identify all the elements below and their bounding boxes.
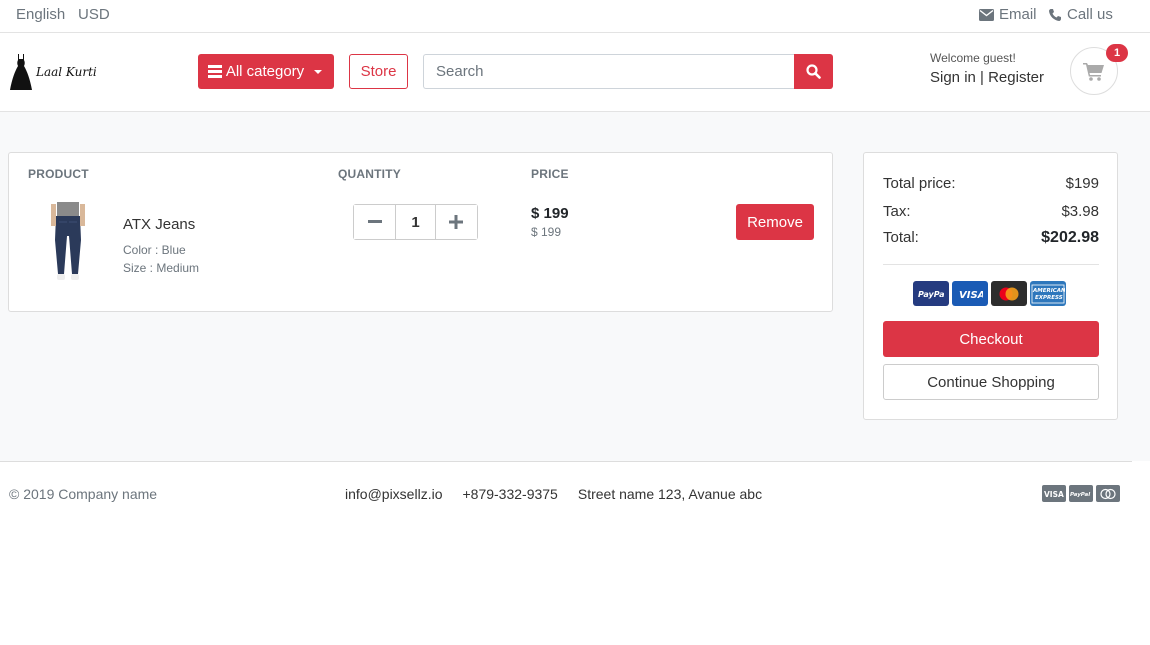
search-button[interactable] (794, 54, 833, 89)
amex-icon: AMERICAN EXPRESS (1030, 281, 1066, 306)
welcome-text: Welcome guest! (930, 51, 1016, 65)
svg-text:PayPal: PayPal (1070, 492, 1090, 498)
tax-label: Tax: (883, 203, 911, 220)
column-header-quantity: QUANTITY (338, 167, 401, 181)
footer-contacts: info@pixsellz.io +879-332-9375 Street na… (345, 486, 762, 502)
cart-table: PRODUCT QUANTITY PRICE ATX Jeans Color :… (8, 152, 833, 312)
copyright-text: © 2019 Company name (9, 486, 158, 502)
footer-address: Street name 123, Avanue abc (577, 486, 763, 502)
quantity-value[interactable]: 1 (395, 205, 436, 239)
column-header-product: PRODUCT (28, 167, 89, 181)
footer-payment-icons: VISA PayPal (1042, 485, 1120, 502)
product-name[interactable]: ATX Jeans (123, 216, 195, 233)
total-price-label: Total price: (883, 175, 956, 192)
all-category-button[interactable]: All category (198, 54, 334, 89)
checkout-button[interactable]: Checkout (883, 321, 1099, 357)
svg-text:EXPRESS: EXPRESS (1035, 295, 1063, 301)
tax-value: $3.98 (1061, 203, 1099, 220)
summary-total-row: Total: $202.98 (883, 229, 1099, 247)
continue-shopping-button[interactable]: Continue Shopping (883, 364, 1099, 400)
svg-text:VISA: VISA (1044, 490, 1064, 498)
email-link[interactable]: Email (979, 6, 1037, 23)
dress-icon (10, 54, 32, 90)
decrease-quantity-button[interactable] (354, 205, 396, 239)
language-selector[interactable]: English (16, 6, 65, 23)
remove-button[interactable]: Remove (736, 204, 814, 240)
minus-icon (367, 220, 382, 223)
call-link[interactable]: Call us (1048, 6, 1113, 23)
store-button[interactable]: Store (349, 54, 408, 89)
svg-text:PayPal: PayPal (918, 290, 944, 299)
column-header-price: PRICE (531, 167, 569, 181)
visa-icon: VISA (1042, 485, 1066, 502)
svg-text:AMERICAN: AMERICAN (1032, 288, 1065, 294)
total-value: $202.98 (1041, 229, 1099, 246)
mastercard-icon (1096, 485, 1120, 502)
footer-email-link[interactable]: info@pixsellz.io (345, 486, 442, 502)
paypal-icon: PayPal (1069, 485, 1093, 502)
email-label: Email (999, 6, 1037, 23)
search-icon (806, 64, 821, 79)
logo[interactable]: Laal Kurti (10, 53, 97, 91)
product-unit-price: $ 199 (531, 225, 562, 239)
product-price: $ 199 (531, 205, 569, 222)
payment-methods: PayPal VISA AMERICANEXPRESS (913, 281, 1066, 306)
signin-register-link[interactable]: Sign in | Register (930, 69, 1044, 86)
footer: © 2019 Company name info@pixsellz.io +87… (0, 461, 1132, 525)
summary-divider (883, 264, 1099, 265)
logo-text: Laal Kurti (36, 65, 97, 79)
total-price-value: $199 (1065, 175, 1099, 192)
menu-icon (207, 65, 222, 78)
summary-tax-row: Tax: $3.98 (883, 203, 1099, 220)
summary-total-price-row: Total price: $199 (883, 175, 1099, 192)
currency-selector[interactable]: USD (78, 6, 110, 23)
plus-icon (449, 215, 464, 229)
caret-down-icon (314, 69, 323, 74)
quantity-stepper: 1 (353, 204, 478, 240)
paypal-icon: PayPal (913, 281, 949, 306)
visa-icon: VISA (952, 281, 988, 306)
all-category-label: All category (225, 63, 305, 80)
mastercard-icon (991, 281, 1027, 306)
shopping-cart-icon (1083, 62, 1104, 81)
product-color: Color : Blue (123, 243, 186, 257)
envelope-icon (979, 8, 994, 21)
svg-text:VISA: VISA (959, 290, 983, 299)
phone-icon (1049, 8, 1061, 21)
search-input[interactable] (423, 54, 795, 89)
total-label: Total: (883, 229, 919, 246)
order-summary: Total price: $199 Tax: $3.98 Total: $202… (863, 152, 1118, 420)
main-content: PRODUCT QUANTITY PRICE ATX Jeans Color :… (0, 112, 1150, 461)
footer-phone[interactable]: +879-332-9375 (462, 486, 557, 502)
call-label: Call us (1067, 6, 1113, 23)
header: Laal Kurti All category Store Welcome gu… (0, 33, 1150, 112)
cart-count-badge: 1 (1106, 44, 1128, 62)
increase-quantity-button[interactable] (435, 205, 477, 239)
top-bar: English USD Email Call us (0, 0, 1150, 33)
product-image[interactable] (47, 202, 89, 284)
product-size: Size : Medium (123, 261, 200, 275)
